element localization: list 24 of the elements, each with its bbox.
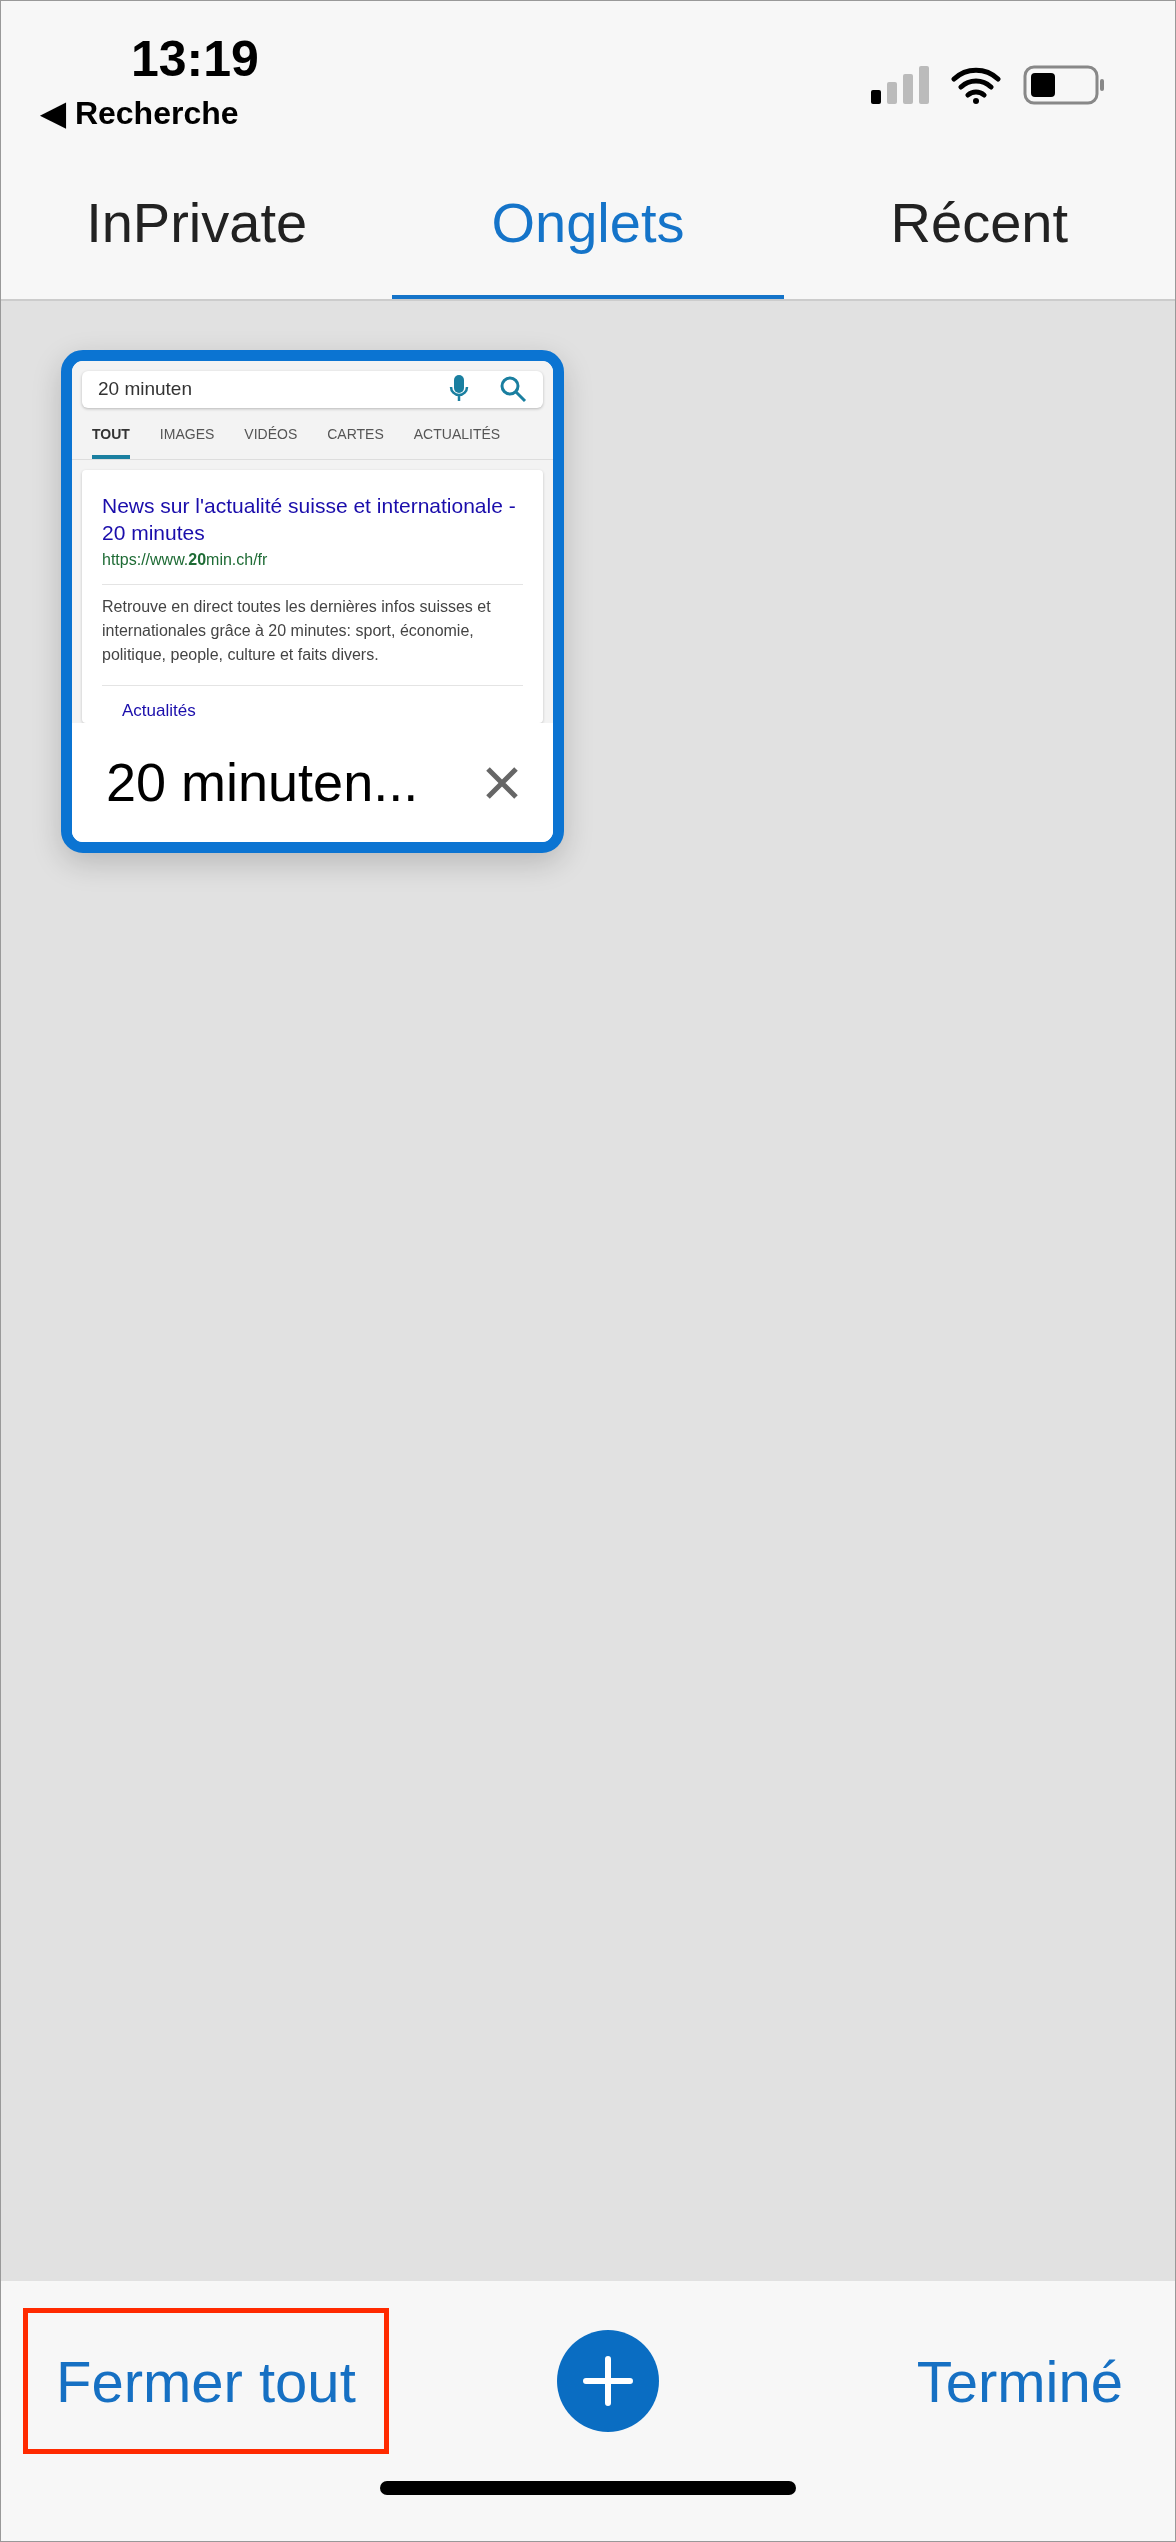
search-icon <box>499 375 527 404</box>
news-link[interactable]: Actualités <box>122 697 523 723</box>
tab[interactable]: Récent <box>783 151 1175 299</box>
battery-icon <box>1023 65 1105 105</box>
plus-icon <box>582 2356 633 2406</box>
filter-tab[interactable]: TOUT <box>92 423 130 459</box>
filter-tab[interactable]: VIDÉOS <box>244 423 298 459</box>
search-field: 20 minuten <box>82 371 543 408</box>
wifi-icon <box>951 66 1001 104</box>
done-button[interactable]: Terminé <box>916 2337 1123 2425</box>
tab-card[interactable] <box>61 350 564 853</box>
result-url: https://www.20min.ch/fr <box>102 549 269 570</box>
tab-title: 20 minuten... <box>106 751 420 814</box>
filter-tab[interactable]: CARTES <box>327 423 384 459</box>
tab[interactable]: InPrivate <box>1 151 393 299</box>
close-icon[interactable] <box>485 765 519 800</box>
status-time: 13:19 <box>131 30 259 89</box>
result-title[interactable]: News sur l'actualité suisse et internationale - 20 minutes <box>102 491 523 546</box>
filter-tab[interactable]: IMAGES <box>159 423 215 459</box>
filter-tab[interactable]: ACTUALITÉS <box>413 423 501 459</box>
back-link[interactable]: ◀ Recherche <box>41 89 239 137</box>
signal-icon <box>871 66 929 104</box>
result-snippet: Retrouve en direct toutes les dernières infos suisses et internationales grâce à 20 minutes: sport, économie, politique, people, culture et faits divers. <box>102 596 492 665</box>
close-all-button[interactable]: Fermer tout <box>23 2308 389 2454</box>
